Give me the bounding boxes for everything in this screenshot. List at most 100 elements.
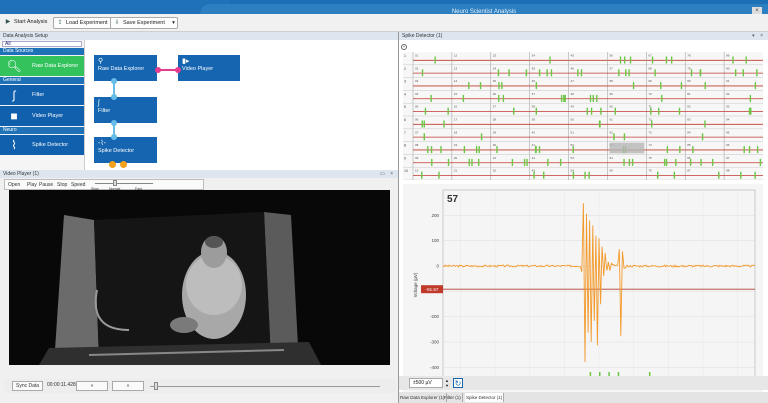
tool-filter[interactable]: ʃ Filter xyxy=(0,85,84,105)
raster-cell-label: 91 xyxy=(726,79,730,83)
panel-controls[interactable]: ▾ × xyxy=(752,32,765,40)
node-video-player[interactable]: ▮▸ Video Player xyxy=(178,55,240,81)
input-port[interactable] xyxy=(111,94,117,100)
video-title-text: Video Player (1) xyxy=(3,171,39,177)
range-stepper[interactable]: ▲ ▼ xyxy=(445,378,451,388)
raster-spike-tick xyxy=(580,69,583,77)
spike-panel-title: Spike Detector (1) ▾ × xyxy=(399,32,768,40)
raster-cell-label: 08 xyxy=(415,143,419,147)
video-toolbar: Open Play Pause Stop Speed Slow Normal F… xyxy=(4,179,204,191)
output-port[interactable] xyxy=(111,120,117,126)
raster-spike-tick xyxy=(618,69,620,77)
node-filter[interactable]: ʃ Filter xyxy=(94,97,157,123)
video-frame-image xyxy=(9,190,390,365)
waveform-plot[interactable]: 2001000-100-200-300-40000:16:2400:16:260… xyxy=(403,184,763,403)
desktop-accent xyxy=(0,0,230,14)
pause-button[interactable]: Pause xyxy=(39,181,53,189)
raster-spike-tick xyxy=(599,120,601,128)
y-tick-label: 0 xyxy=(436,264,439,269)
output-port[interactable] xyxy=(120,161,127,168)
raster-spike-tick xyxy=(463,146,466,154)
output-port[interactable] xyxy=(155,67,161,73)
raster-cell-label: 34 xyxy=(532,54,536,58)
save-experiment-button[interactable]: ⇩ Save Experiment ▾ xyxy=(110,17,178,29)
raster-cell-label: 87 xyxy=(687,169,691,173)
raster-cell-label: 29 xyxy=(493,130,497,134)
raster-spike-tick xyxy=(502,94,505,102)
sync-data-button[interactable]: Sync Data xyxy=(12,381,44,391)
raster-cell-label: 14 xyxy=(454,79,458,83)
raster-cell-label: 36 xyxy=(532,79,536,83)
raster-spike-tick xyxy=(498,82,500,90)
raster-cell-label: 38 xyxy=(532,105,536,109)
filter-curve-icon: ʃ xyxy=(12,88,16,102)
load-experiment-button[interactable]: ⇪ Load Experiment xyxy=(53,17,112,29)
raster-cell-label: 32 xyxy=(493,169,497,173)
tab-filter[interactable]: Filter (1) xyxy=(443,393,463,402)
output-port[interactable] xyxy=(111,78,117,84)
node-spike-detector[interactable]: -⌇- Spike Detector xyxy=(94,137,157,163)
raster-row-label: 6 xyxy=(404,118,406,122)
raster-spike-tick xyxy=(559,158,562,166)
raster-spike-tick xyxy=(759,158,762,166)
raster-spike-tick xyxy=(549,56,551,64)
raster-spike-tick xyxy=(600,107,602,115)
raster-spike-tick xyxy=(756,146,759,154)
raster-spike-tick xyxy=(427,146,429,154)
raster-spike-tick xyxy=(478,158,480,166)
raster-spike-tick xyxy=(535,82,538,90)
node-label: Video Player xyxy=(182,66,214,72)
tool-spike-detector[interactable]: ⌇ Spike Detector xyxy=(0,135,84,155)
raster-cell-label: 78 xyxy=(687,54,691,58)
spike-raster-grid[interactable]: 1 01 12 23 34 45 56 67 78 89 2 02 13 24 35 46 57 68 79 90 3 0… xyxy=(403,52,763,180)
camera-icon: ■ xyxy=(10,109,18,123)
raster-spike-tick xyxy=(430,94,432,102)
raster-cell-label: 68 xyxy=(648,66,652,70)
tool-video-player[interactable]: ■ Video Player xyxy=(0,106,84,126)
raster-spike-tick xyxy=(511,158,514,166)
panel-controls[interactable]: ▭ × xyxy=(380,170,395,178)
raster-cell-label: 27 xyxy=(493,105,497,109)
raster-cell-label: 79 xyxy=(687,66,691,70)
start-analysis-button[interactable]: ▶ Start Analysis xyxy=(2,17,50,29)
input-port[interactable] xyxy=(111,134,117,140)
raster-spike-tick xyxy=(589,94,592,102)
raster-spike-tick xyxy=(572,146,574,154)
raster-spike-tick xyxy=(666,146,669,154)
speed-slider-track[interactable] xyxy=(95,183,153,184)
category-select[interactable]: All xyxy=(2,41,82,47)
tab-raw-data-explorer[interactable]: Raw Data Explorer (1) xyxy=(399,393,447,402)
next-frame-button[interactable]: » xyxy=(112,381,144,391)
raster-spike-tick xyxy=(440,146,442,154)
raster-spike-tick xyxy=(756,69,758,77)
raster-spike-tick xyxy=(748,146,751,154)
stop-button[interactable]: Stop xyxy=(57,181,67,189)
prev-frame-button[interactable]: « xyxy=(76,381,108,391)
play-button[interactable]: Play xyxy=(27,181,37,189)
open-button[interactable]: Open xyxy=(8,181,20,189)
node-label: Raw Data Explorer xyxy=(98,66,145,72)
raster-spike-tick xyxy=(614,107,616,115)
zoom-in-icon[interactable]: + xyxy=(401,44,407,50)
raster-spike-tick xyxy=(732,56,734,64)
raster-cell-label: 96 xyxy=(726,143,730,147)
raster-cell-label: 67 xyxy=(648,54,652,58)
raster-row-label: 1 xyxy=(404,54,406,58)
raster-cell-label: 53 xyxy=(571,156,575,160)
tool-raw-data-explorer[interactable]: 🔍︎ Raw Data Explorer xyxy=(0,56,84,76)
range-select[interactable]: ±500 µV xyxy=(409,378,443,388)
raster-spike-tick xyxy=(689,158,692,166)
y-tick-label: -300 xyxy=(430,340,440,345)
timeline-handle[interactable] xyxy=(154,382,158,390)
pipeline-canvas[interactable]: ⚲ Raw Data Explorer ▮▸ Video Player ʃ Fi… xyxy=(86,40,398,170)
raster-spike-tick xyxy=(475,146,478,154)
raster-cell-label: 19 xyxy=(454,143,458,147)
input-port[interactable] xyxy=(175,67,181,73)
node-raw-data-explorer[interactable]: ⚲ Raw Data Explorer xyxy=(94,55,157,81)
refresh-icon[interactable]: ↻ xyxy=(453,378,463,388)
output-port[interactable] xyxy=(109,161,116,168)
tab-spike-detector[interactable]: Spike Detector (1) xyxy=(465,393,505,402)
raster-spike-tick xyxy=(745,56,747,64)
y-tick-label: 100 xyxy=(431,238,439,243)
timeline-track[interactable] xyxy=(150,386,380,387)
